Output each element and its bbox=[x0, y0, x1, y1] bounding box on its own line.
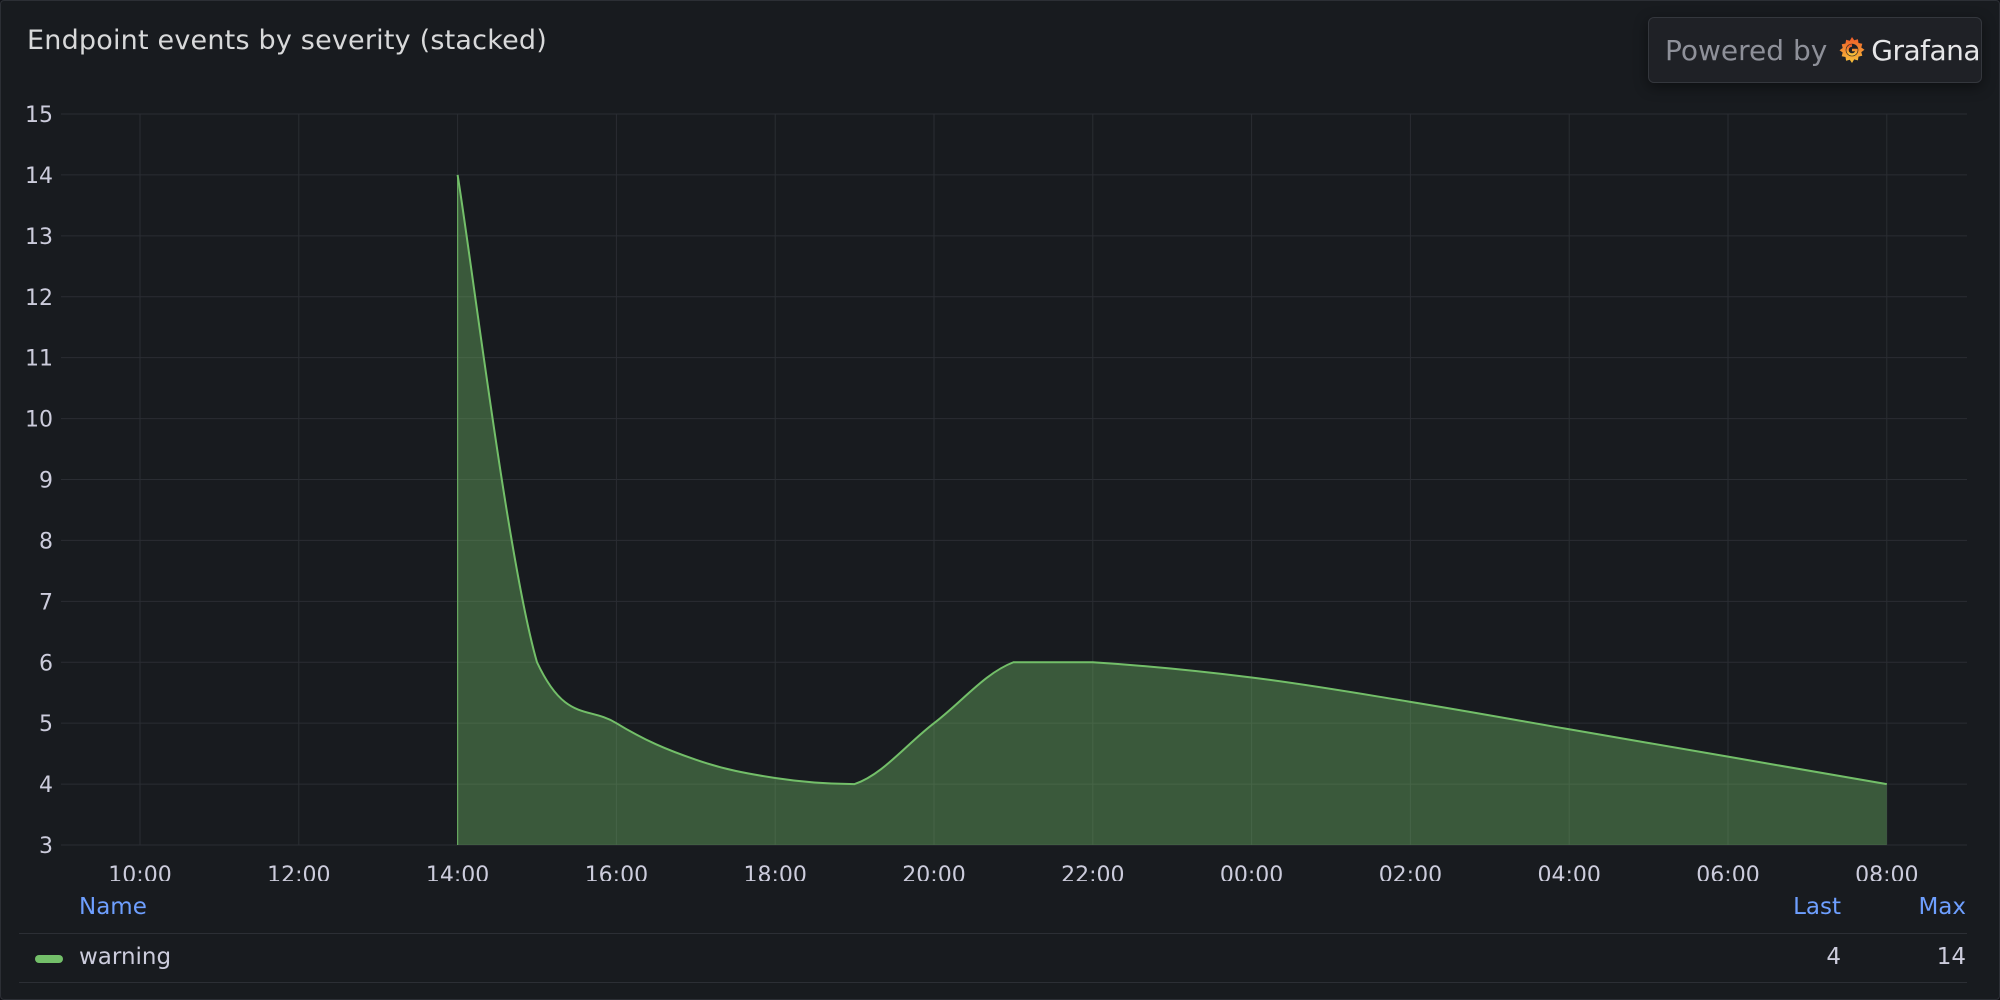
y-tick-label: 10 bbox=[25, 408, 53, 433]
legend-header-name[interactable]: Name bbox=[79, 894, 147, 920]
series-area-warning bbox=[457, 174, 1887, 845]
y-tick-label: 9 bbox=[39, 469, 53, 494]
x-tick-label: 12:00 bbox=[267, 863, 330, 881]
y-tick-label: 8 bbox=[39, 529, 53, 554]
y-tick-label: 3 bbox=[39, 834, 53, 859]
x-tick-label: 04:00 bbox=[1537, 863, 1600, 881]
x-tick-label: 16:00 bbox=[585, 863, 648, 881]
y-tick-label: 7 bbox=[39, 590, 53, 615]
legend-header-last[interactable]: Last bbox=[1793, 894, 1841, 920]
time-series-chart: 3 4 5 6 7 8 9 10 11 12 13 14 15 10:00 12:00 14:00 16:00… bbox=[25, 103, 1967, 881]
y-tick-label: 11 bbox=[25, 347, 53, 372]
x-axis: 10:00 12:00 14:00 16:00 18:00 20:00 22:00 00:00… bbox=[108, 863, 1918, 881]
x-tick-label: 10:00 bbox=[108, 863, 171, 881]
legend-series-swatch[interactable] bbox=[35, 955, 63, 963]
y-tick-label: 13 bbox=[25, 225, 53, 250]
legend-row-max: 14 bbox=[1936, 944, 1966, 970]
y-tick-label: 15 bbox=[25, 103, 53, 128]
x-tick-label: 02:00 bbox=[1379, 863, 1442, 881]
x-tick-label: 08:00 bbox=[1855, 863, 1918, 881]
panel: Endpoint events by severity (stacked) Po… bbox=[0, 0, 2000, 1000]
y-tick-label: 6 bbox=[39, 651, 53, 676]
y-tick-label: 5 bbox=[39, 712, 53, 737]
x-tick-label: 20:00 bbox=[902, 863, 965, 881]
legend-divider-bottom bbox=[19, 982, 1967, 983]
legend-divider bbox=[19, 933, 1967, 934]
x-tick-label: 22:00 bbox=[1061, 863, 1124, 881]
y-tick-label: 4 bbox=[39, 773, 53, 798]
x-tick-label: 00:00 bbox=[1220, 863, 1283, 881]
x-tick-label: 14:00 bbox=[426, 863, 489, 881]
y-tick-label: 12 bbox=[25, 286, 53, 311]
x-tick-label: 18:00 bbox=[743, 863, 806, 881]
x-tick-label: 06:00 bbox=[1696, 863, 1759, 881]
y-axis: 3 4 5 6 7 8 9 10 11 12 13 14 15 bbox=[25, 103, 53, 859]
legend-row-name[interactable]: warning bbox=[79, 944, 171, 970]
legend-row-last: 4 bbox=[1826, 944, 1841, 970]
y-tick-label: 14 bbox=[25, 164, 53, 189]
legend-header-max[interactable]: Max bbox=[1918, 894, 1966, 920]
series-layer bbox=[456, 174, 1887, 845]
